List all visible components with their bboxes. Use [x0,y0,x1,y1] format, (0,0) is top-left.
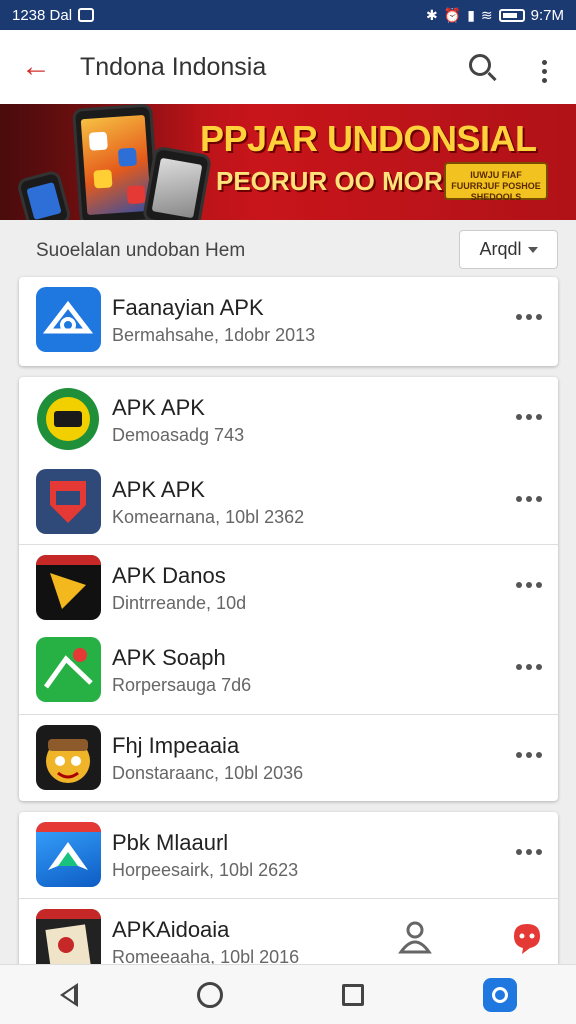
app-card-1: Faanayian APK Bermahsahe, 1dobr 2013 [19,277,558,366]
signal-icon: ▮ [467,6,475,23]
page-title: Tndona Indonsia [80,52,267,81]
notification-icon [78,8,95,22]
search-icon [469,53,491,76]
app-name: Fhj Impeaaia [112,733,240,758]
app-subtitle: Komearnana, 10bl 2362 [112,507,305,527]
app-shortcut-icon[interactable] [482,977,517,1012]
list-item[interactable]: Faanayian APK Bermahsahe, 1dobr 2013 [19,277,558,362]
app-subtitle: Rorpersauga 7d6 [112,675,252,695]
more-icon[interactable] [516,849,542,855]
app-card-3: Pbk Mlaaurl Horpeesairk, 10bl 2623 APKAi… [19,812,558,982]
status-time-right: 9:7M [530,6,564,24]
sort-dropdown[interactable]: Arqdl [459,230,558,269]
battery-icon [498,8,525,22]
chat-bubble-icon[interactable] [508,918,546,956]
app-name: APK APK [112,477,205,502]
more-icon[interactable] [516,582,542,588]
more-icon[interactable] [516,664,542,670]
back-arrow-icon[interactable]: ← [0,52,72,82]
app-name: APK APK [112,395,205,420]
overflow-menu-button[interactable] [512,52,576,83]
app-bar: ← Tndona Indonsia [0,30,576,104]
list-item[interactable]: APK APK Komearnana, 10bl 2362 [19,459,558,544]
banner-cta[interactable]: IUWJU FIAF FUURRJUF POSHOE SHEDOOLS [444,162,548,202]
shield-a-icon [36,287,101,352]
app-subtitle: Horpeesairk, 10bl 2623 [112,860,299,880]
app-name: APK Danos [112,563,226,588]
green-map-icon [36,637,101,702]
more-vert-icon [541,59,547,83]
cartoon-face-icon [36,725,101,790]
status-bar: 1238 Dal ✱ ⏰ ▮ ≋ 9:7M [0,0,576,30]
promo-banner[interactable]: PPJAR UNDONSIAL PEORUR OO MORRAN! IUWJU … [0,104,576,220]
more-icon[interactable] [516,752,542,758]
more-icon[interactable] [516,414,542,420]
app-card-2: APK APK Demoasadg 743 APK APK Komearnana… [19,377,558,801]
filter-label: Suoelalan undoban Hem [36,240,246,261]
chevron-down-icon [527,246,538,253]
alarm-icon: ⏰ [443,6,462,23]
profile-icon[interactable] [396,918,434,956]
red-shield-icon [36,469,101,534]
list-item[interactable]: Pbk Mlaaurl Horpeesairk, 10bl 2623 [19,812,558,897]
sort-label: Arqdl [479,239,522,259]
yellow-arrow-icon [36,555,101,620]
app-name: APKAidoaia [112,917,230,942]
blue-arrow-icon [36,822,101,887]
nav-home-icon[interactable] [196,981,223,1008]
app-subtitle: Demoasadg 743 [112,425,245,445]
list-item[interactable]: Fhj Impeaaia Donstaraanc, 10bl 2036 [19,714,558,799]
nav-back-icon[interactable] [59,982,78,1007]
system-nav-bar [0,964,576,1024]
app-subtitle: Bermahsahe, 1dobr 2013 [112,325,316,345]
green-badge-icon [36,387,101,452]
app-subtitle: Dintrreande, 10d [112,593,247,613]
list-item[interactable]: APK APK Demoasadg 743 [19,377,558,462]
bluetooth-icon: ✱ [426,6,438,23]
more-icon[interactable] [516,314,542,320]
app-name: Pbk Mlaaurl [112,830,229,855]
app-name: APK Soaph [112,645,226,670]
nav-recents-icon[interactable] [341,983,364,1006]
status-time-left: 1238 Dal [12,6,73,24]
app-name: Faanayian APK [112,295,264,320]
search-button[interactable] [448,53,512,81]
list-item[interactable]: APK Soaph Rorpersauga 7d6 [19,627,558,712]
list-item[interactable]: APK Danos Dintrreande, 10d [19,544,558,629]
banner-headline: PPJAR UNDONSIAL [200,118,537,159]
wifi-icon: ≋ [480,6,493,23]
more-icon[interactable] [516,496,542,502]
app-subtitle: Donstaraanc, 10bl 2036 [112,763,304,783]
